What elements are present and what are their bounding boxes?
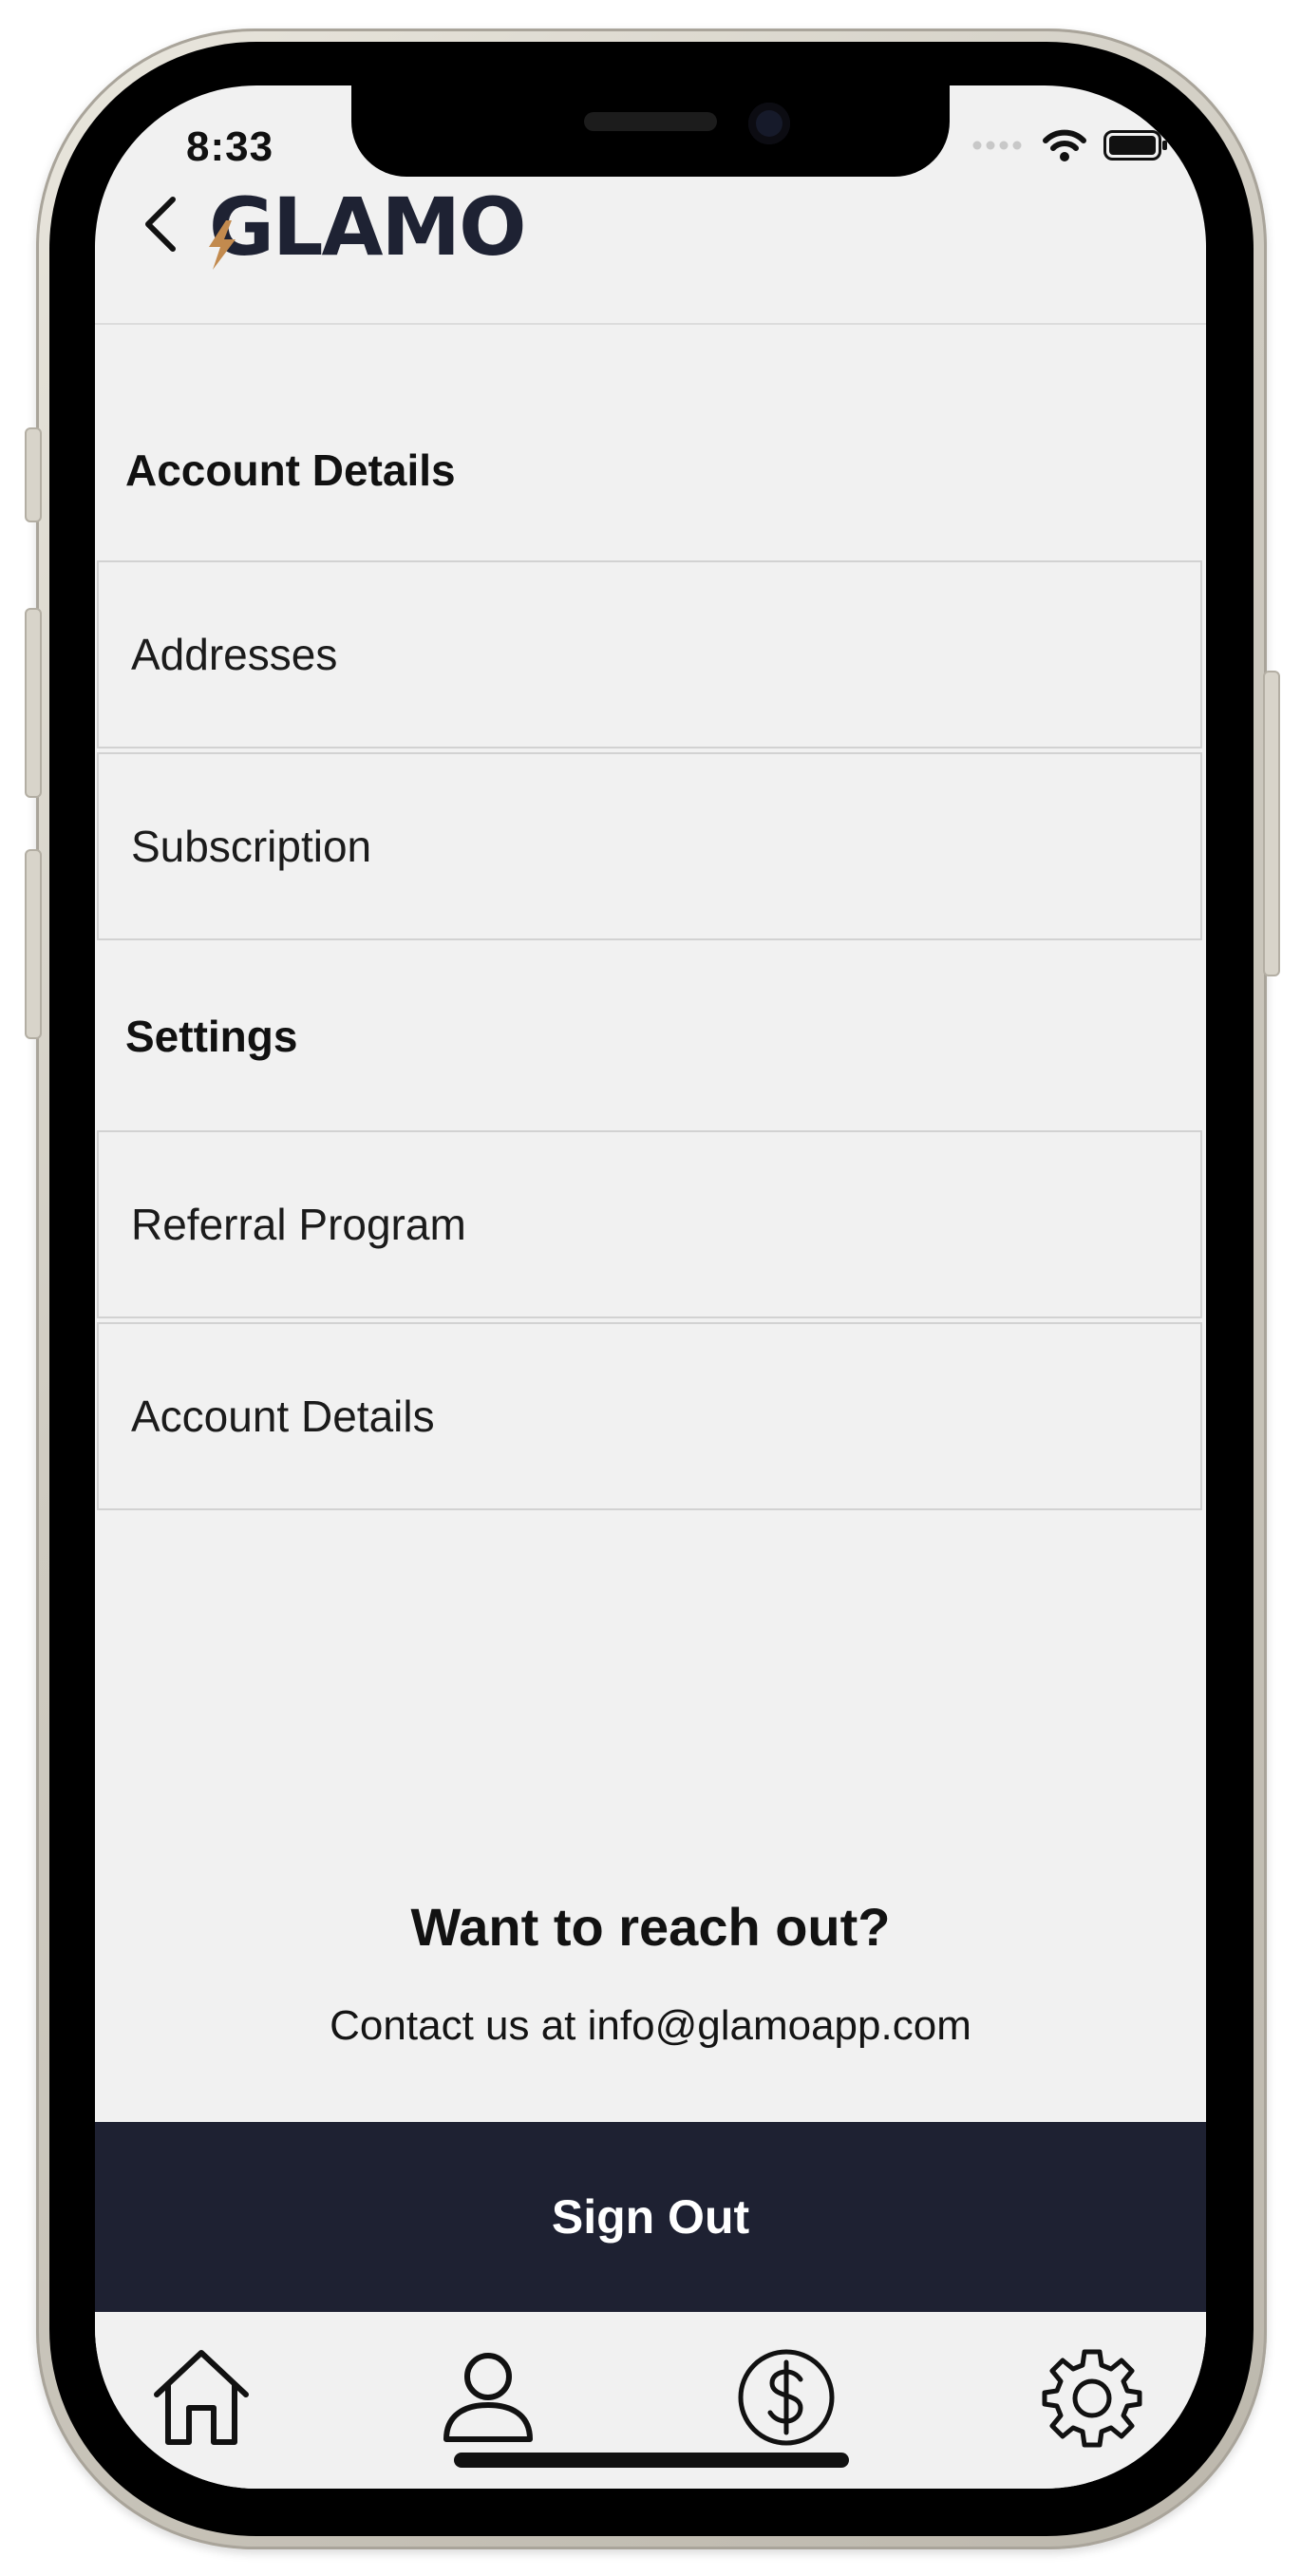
notch xyxy=(351,85,950,177)
logo-text: GLAMO xyxy=(209,180,526,274)
tab-payments[interactable] xyxy=(729,2340,843,2454)
menu-item-account-details[interactable]: Account Details xyxy=(97,1322,1202,1510)
settings-icon xyxy=(1042,2349,1142,2448)
camera xyxy=(748,103,790,144)
status-icons xyxy=(972,129,1168,161)
chevron-left-icon xyxy=(145,197,176,252)
side-button xyxy=(1263,671,1280,976)
side-button xyxy=(25,608,42,798)
signal-dots-icon xyxy=(972,141,1022,150)
menu-item-label: Subscription xyxy=(131,822,372,871)
lightning-bolt-icon xyxy=(209,220,236,270)
app-screen: 8:33 GLAMO Account Details Addresses Sub… xyxy=(95,85,1206,2489)
menu-item-addresses[interactable]: Addresses xyxy=(97,560,1202,748)
contact-text: Contact us at info@glamoapp.com xyxy=(330,2002,971,2049)
wifi-icon xyxy=(1043,129,1086,161)
tab-home[interactable] xyxy=(144,2340,258,2454)
menu-item-label: Referral Program xyxy=(131,1200,466,1249)
menu-item-label: Account Details xyxy=(131,1392,435,1441)
back-button[interactable] xyxy=(141,196,179,253)
glamo-logo: GLAMO xyxy=(209,180,526,274)
section-heading-settings: Settings xyxy=(125,1012,298,1061)
status-time: 8:33 xyxy=(186,123,274,170)
menu-item-referral-program[interactable]: Referral Program xyxy=(97,1130,1202,1318)
contact-title: Want to reach out? xyxy=(410,1897,891,1957)
speaker xyxy=(584,112,717,131)
dollar-icon xyxy=(738,2349,835,2446)
section-heading-account-details: Account Details xyxy=(125,445,456,495)
battery-icon xyxy=(1103,130,1167,161)
home-icon xyxy=(154,2350,249,2445)
tab-settings[interactable] xyxy=(1035,2340,1149,2454)
side-button xyxy=(25,849,42,1039)
sign-out-button[interactable]: Sign Out xyxy=(95,2122,1206,2312)
tab-profile[interactable] xyxy=(431,2340,545,2454)
home-indicator[interactable] xyxy=(454,2453,849,2468)
menu-item-label: Addresses xyxy=(131,630,338,679)
side-button xyxy=(25,427,42,522)
menu-item-subscription[interactable]: Subscription xyxy=(97,752,1202,940)
profile-icon xyxy=(443,2353,533,2442)
